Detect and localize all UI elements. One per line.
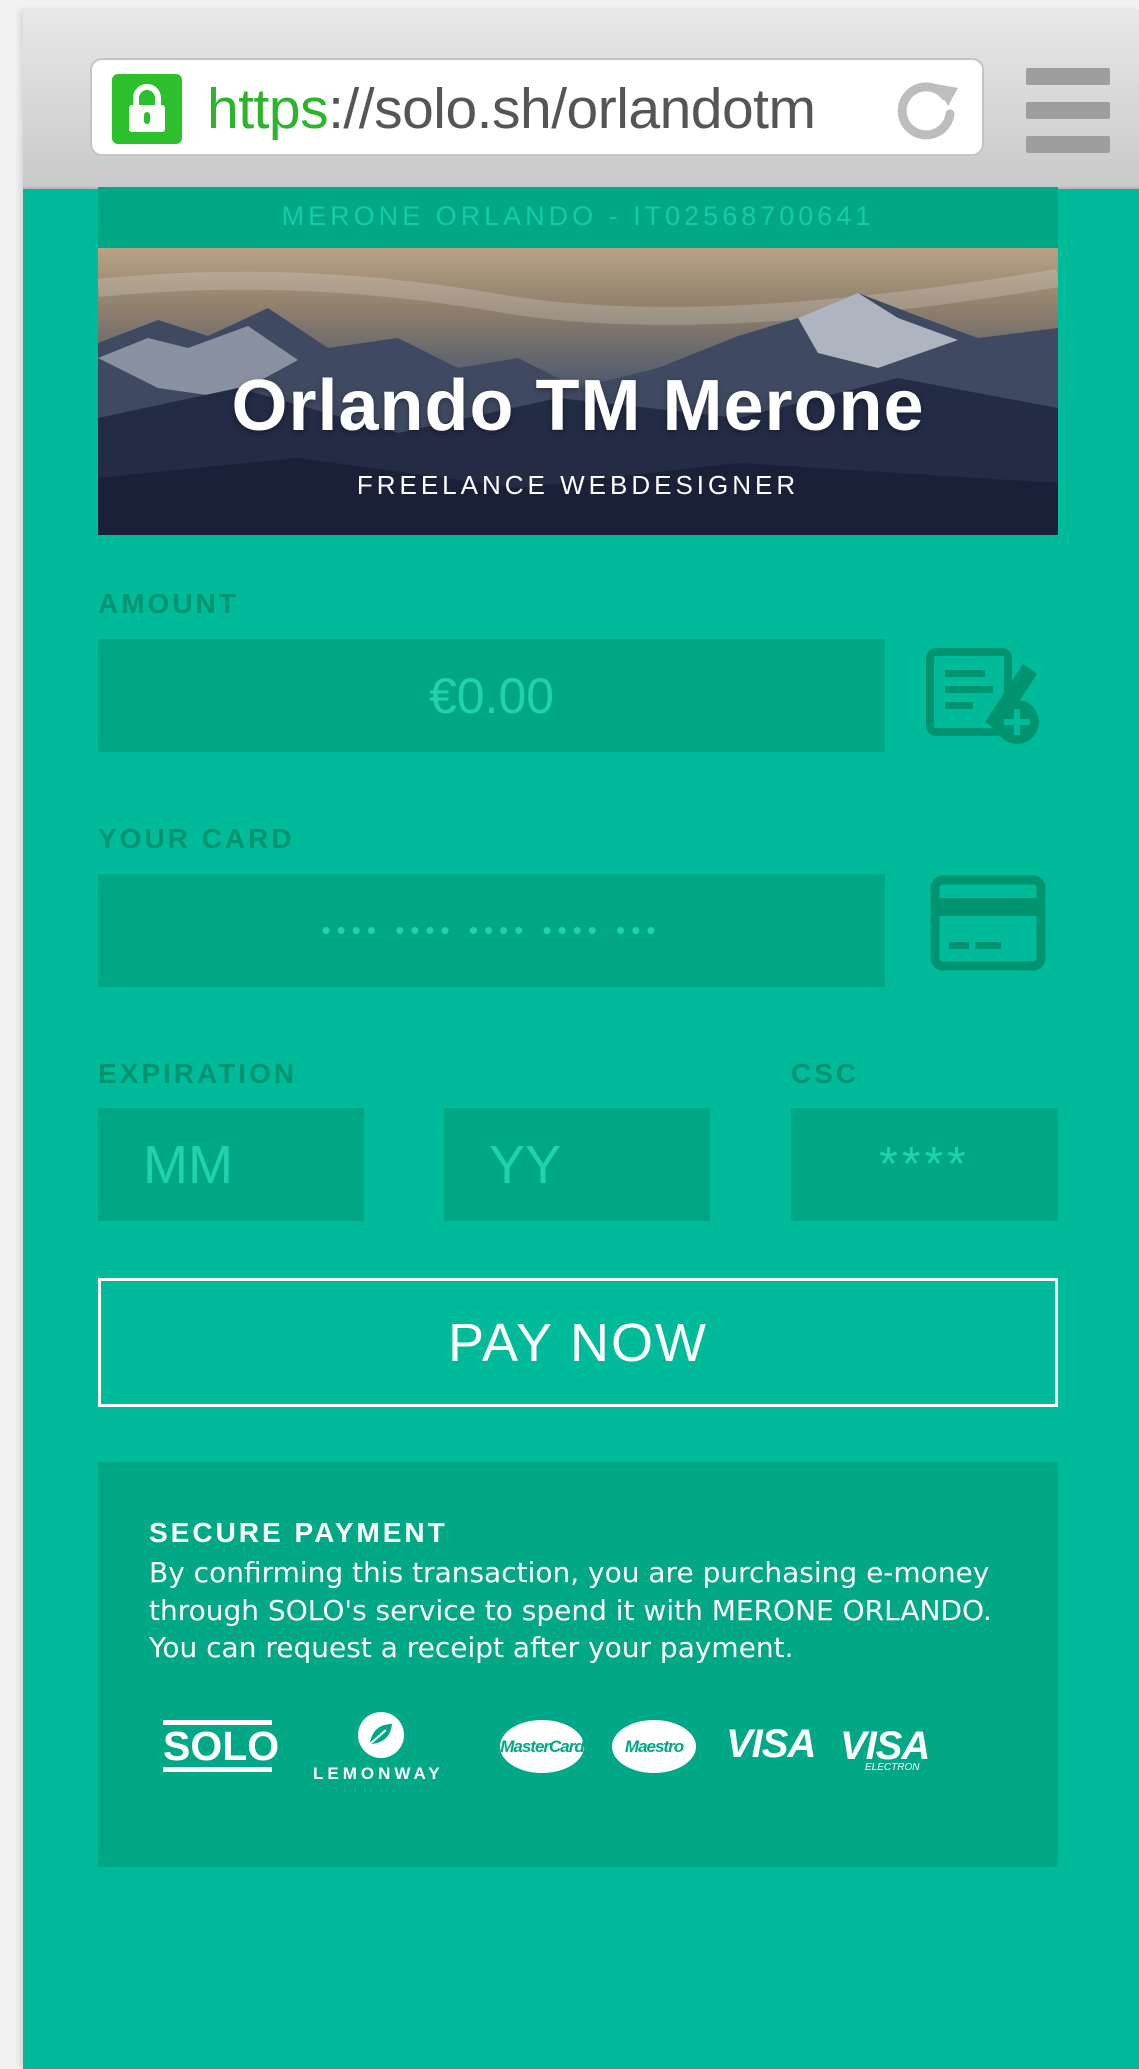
expiration-year-input[interactable]	[444, 1108, 710, 1221]
amount-input[interactable]	[98, 639, 885, 752]
merchant-id-strip: MERONE ORLANDO - IT02568700641	[98, 187, 1058, 248]
csc-label: CSC	[791, 1058, 860, 1089]
merchant-tagline: FREELANCE WEBDESIGNER	[356, 470, 800, 500]
csc-input[interactable]	[791, 1108, 1058, 1221]
merchant-banner: Orlando TM Merone FREELANCE WEBDESIGNER	[98, 248, 1058, 535]
mastercard-logo: MasterCard	[500, 1720, 585, 1773]
secure-payment-text: By confirming this transaction, you are …	[149, 1556, 992, 1664]
leaf-icon	[356, 1710, 406, 1765]
amount-label: AMOUNT	[98, 588, 239, 619]
url-path: ://solo.sh/orlandotm	[328, 77, 816, 141]
url-scheme: https	[207, 77, 329, 141]
secure-payment-panel: SECURE PAYMENT By confirming this transa…	[98, 1462, 1058, 1867]
url-text: https://solo.sh/orlandotm	[207, 74, 816, 144]
lock-icon	[112, 74, 182, 144]
reload-icon[interactable]	[892, 74, 962, 144]
edit-amount-icon[interactable]	[925, 644, 1045, 749]
lemonway-logo: LEMONWAY	[313, 1764, 444, 1783]
expiration-month-input[interactable]	[98, 1108, 364, 1221]
card-number-input[interactable]	[98, 874, 885, 987]
card-label: YOUR CARD	[98, 823, 295, 854]
expiration-label: EXPIRATION	[98, 1058, 298, 1089]
secure-payment-title: SECURE PAYMENT	[149, 1517, 448, 1548]
visa-electron-sub: ELECTRON	[865, 1762, 920, 1773]
solo-logo: SOLO	[163, 1720, 279, 1772]
pay-now-button[interactable]: PAY NOW	[98, 1278, 1058, 1407]
browser-toolbar: https://solo.sh/orlandotm	[23, 10, 1139, 189]
maestro-logo: Maestro	[612, 1720, 696, 1773]
address-bar[interactable]: https://solo.sh/orlandotm	[90, 58, 984, 156]
visa-logo: VISA	[726, 1722, 816, 1766]
merchant-name: Orlando TM Merone	[231, 366, 925, 446]
credit-card-icon	[929, 874, 1047, 979]
menu-icon[interactable]	[1026, 68, 1110, 160]
phone-frame: https://solo.sh/orlandotm MERONE ORLANDO…	[23, 10, 1139, 2069]
